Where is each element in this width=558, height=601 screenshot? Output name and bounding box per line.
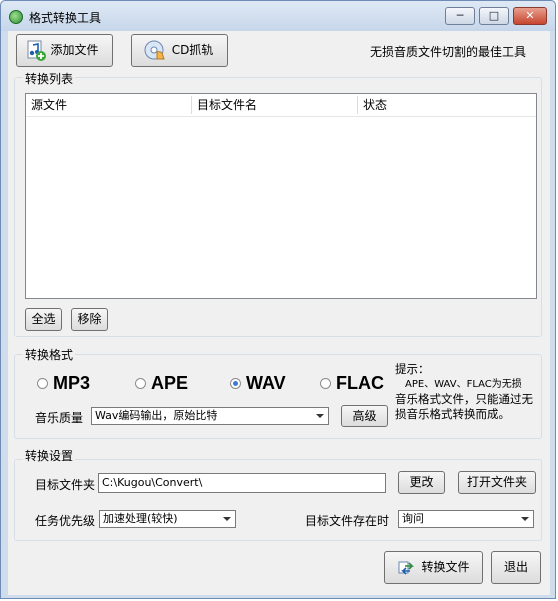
radio-circle[interactable] <box>135 378 146 389</box>
file-exists-value: 询问 <box>402 512 424 525</box>
advanced-button[interactable]: 高级 <box>341 405 388 427</box>
target-folder-input[interactable]: C:\Kugou\Convert\ <box>98 473 386 493</box>
hint-line: 音乐格式文件，只能通过无 <box>395 392 533 406</box>
convert-file-button[interactable]: 转换文件 <box>384 551 483 584</box>
list-header: 源文件 目标文件名 状态 <box>26 94 536 117</box>
exit-label: 退出 <box>503 560 528 574</box>
file-exists-select[interactable]: 询问 <box>398 510 534 528</box>
priority-value: 加速处理(较快) <box>103 512 178 525</box>
quality-select[interactable]: Wav编码输出，原始比特 <box>91 407 329 425</box>
advanced-label: 高级 <box>352 409 377 423</box>
remove-label: 移除 <box>77 312 102 326</box>
add-file-label: 添加文件 <box>50 43 99 57</box>
format-radio-wav[interactable]: WAV <box>230 373 286 394</box>
maximize-button[interactable]: □ <box>479 7 509 25</box>
minimize-button[interactable]: ─ <box>445 7 475 25</box>
radio-circle[interactable] <box>320 378 331 389</box>
open-folder-button[interactable]: 打开文件夹 <box>458 471 536 494</box>
close-icon: ✕ <box>525 9 535 22</box>
settings-group-label: 转换设置 <box>23 447 76 464</box>
title-bar[interactable]: 格式转换工具 ─ □ ✕ <box>1 1 555 31</box>
convert-arrows-icon <box>398 561 414 575</box>
convert-file-label: 转换文件 <box>421 560 470 574</box>
quality-label: 音乐质量 <box>35 411 84 425</box>
format-hint: 提示： APE、WAV、FLAC为无损 音乐格式文件，只能通过无 损音乐格式转换… <box>395 362 545 422</box>
chevron-down-icon <box>521 517 529 521</box>
format-radio-flac[interactable]: FLAC <box>320 373 384 394</box>
column-header-target[interactable]: 目标文件名 <box>192 94 357 116</box>
add-music-file-icon <box>27 40 46 61</box>
format-radio-mp3[interactable]: MP3 <box>37 373 90 394</box>
hint-line: APE、WAV、FLAC为无损 <box>405 379 522 390</box>
radio-circle-selected[interactable] <box>230 378 241 389</box>
format-label-flac: FLAC <box>336 373 384 393</box>
app-logo-icon <box>9 10 23 24</box>
select-all-button[interactable]: 全选 <box>25 308 62 331</box>
open-folder-label: 打开文件夹 <box>466 475 527 489</box>
cd-rip-label: CD抓轨 <box>171 43 214 57</box>
target-folder-value: C:\Kugou\Convert\ <box>102 476 203 489</box>
window-title: 格式转换工具 <box>29 11 102 25</box>
change-folder-button[interactable]: 更改 <box>398 471 445 494</box>
column-header-status[interactable]: 状态 <box>358 94 536 116</box>
target-folder-label: 目标文件夹 <box>35 478 96 492</box>
file-exists-label: 目标文件存在时 <box>305 514 390 528</box>
app-window: 格式转换工具 ─ □ ✕ 添加文件 CD抓轨 无损音质文件切割的最佳工具 转换列… <box>0 0 556 599</box>
change-folder-label: 更改 <box>409 475 434 489</box>
format-label-wav: WAV <box>246 373 286 393</box>
client-area: 添加文件 CD抓轨 无损音质文件切割的最佳工具 转换列表 源文件 目标文件名 状… <box>8 31 550 595</box>
format-group-label: 转换格式 <box>23 346 76 363</box>
exit-button[interactable]: 退出 <box>491 551 541 584</box>
format-radio-ape[interactable]: APE <box>135 373 188 394</box>
cd-hand-icon <box>144 40 165 60</box>
tagline-text: 无损音质文件切割的最佳工具 <box>370 45 527 59</box>
close-button[interactable]: ✕ <box>513 7 547 25</box>
minimize-icon: ─ <box>456 9 464 22</box>
select-all-label: 全选 <box>31 312 56 326</box>
format-label-ape: APE <box>151 373 189 393</box>
hint-title: 提示： <box>395 362 430 376</box>
quality-value: Wav编码输出，原始比特 <box>95 409 218 422</box>
add-file-button[interactable]: 添加文件 <box>16 34 113 67</box>
chevron-down-icon <box>223 517 231 521</box>
column-header-source[interactable]: 源文件 <box>26 94 191 116</box>
hint-line: 损音乐格式转换而成。 <box>395 407 510 421</box>
file-list[interactable]: 源文件 目标文件名 状态 <box>25 93 537 299</box>
radio-circle[interactable] <box>37 378 48 389</box>
remove-button[interactable]: 移除 <box>71 308 108 331</box>
priority-select[interactable]: 加速处理(较快) <box>99 510 236 528</box>
chevron-down-icon <box>316 414 324 418</box>
format-label-mp3: MP3 <box>53 373 91 393</box>
cd-rip-button[interactable]: CD抓轨 <box>131 34 228 67</box>
priority-label: 任务优先级 <box>35 514 96 528</box>
maximize-icon: □ <box>488 9 500 22</box>
convert-list-group-label: 转换列表 <box>23 70 76 87</box>
